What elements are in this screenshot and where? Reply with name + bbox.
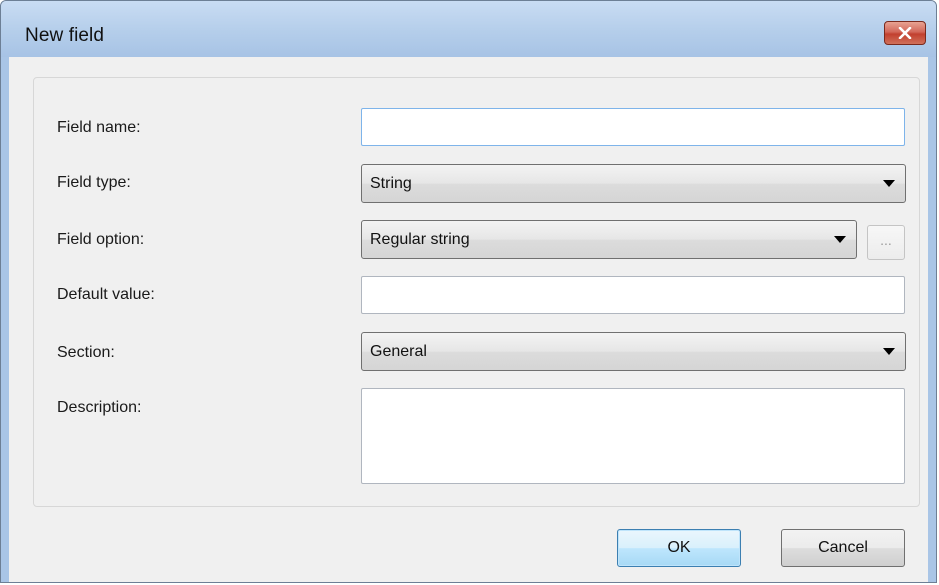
dialog-window: New field Field name: Field type: String… xyxy=(0,0,937,583)
section-label: Section: xyxy=(57,344,115,361)
field-type-value: String xyxy=(370,175,412,192)
chevron-down-icon xyxy=(834,236,846,243)
field-name-input[interactable] xyxy=(361,108,905,146)
close-button[interactable] xyxy=(884,21,926,45)
section-value: General xyxy=(370,343,427,360)
chevron-down-icon xyxy=(883,348,895,355)
dialog-title: New field xyxy=(25,25,105,46)
cancel-button[interactable]: Cancel xyxy=(781,529,905,567)
field-option-label: Field option: xyxy=(57,231,145,248)
field-option-browse-button[interactable]: ... xyxy=(867,225,905,260)
title-bar[interactable]: New field xyxy=(1,1,936,57)
default-value-label: Default value: xyxy=(57,286,155,303)
field-type-select[interactable]: String xyxy=(361,164,906,203)
description-textarea[interactable] xyxy=(361,388,905,484)
chevron-down-icon xyxy=(883,180,895,187)
default-value-input[interactable] xyxy=(361,276,905,314)
description-label: Description: xyxy=(57,399,142,416)
field-name-label: Field name: xyxy=(57,119,141,136)
field-option-select[interactable]: Regular string xyxy=(361,220,857,259)
close-icon xyxy=(898,27,912,39)
field-type-label: Field type: xyxy=(57,174,131,191)
dialog-body: Field name: Field type: String Field opt… xyxy=(9,57,928,582)
section-select[interactable]: General xyxy=(361,332,906,371)
ok-button[interactable]: OK xyxy=(617,529,741,567)
field-option-value: Regular string xyxy=(370,231,470,248)
